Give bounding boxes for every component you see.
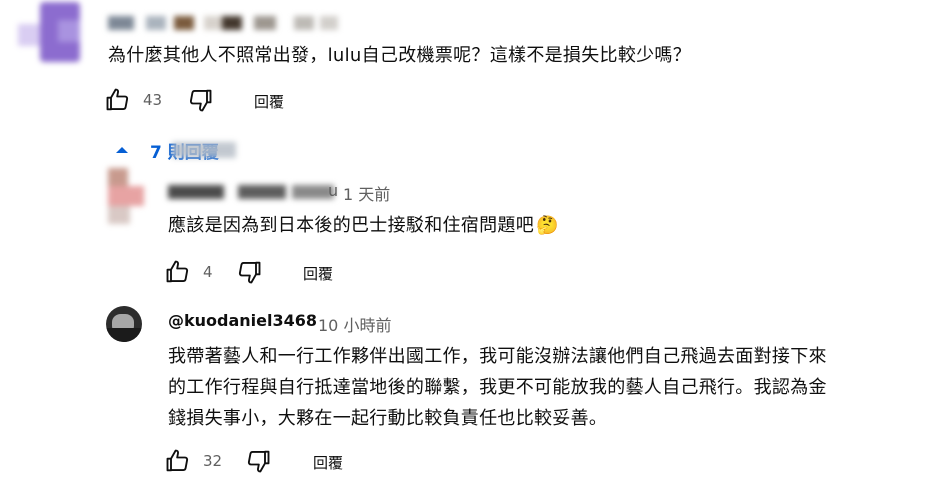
thinking-face-icon: 🤔: [536, 215, 559, 236]
like-count: 4: [203, 263, 213, 281]
reply-button[interactable]: 回覆: [254, 91, 284, 112]
like-button[interactable]: [104, 86, 132, 114]
like-button[interactable]: [164, 447, 192, 475]
dislike-button[interactable]: [186, 86, 214, 114]
like-button[interactable]: [164, 258, 192, 286]
reply-avatar[interactable]: [106, 306, 142, 342]
thumbs-up-icon: [164, 258, 192, 286]
comment-text: 為什麼其他人不照常出發，lulu自己改機票呢？這樣不是損失比較少嗎？: [108, 45, 692, 66]
reply-text-line: 我帶著藝人和一行工作夥伴出國工作，我可能沒辦法讓他們自己飛過去面對接下來: [168, 346, 827, 367]
reply-username[interactable]: @kuodaniel3468: [168, 311, 317, 330]
thumbs-up-icon: [164, 447, 192, 475]
reply-button[interactable]: 回覆: [303, 263, 333, 284]
thumbs-down-icon: [235, 258, 263, 286]
reply-avatar[interactable]: [108, 168, 144, 224]
username-suffix: u: [328, 181, 339, 200]
reply-timestamp[interactable]: 1 天前: [343, 181, 390, 205]
reply-text: 應該是因為到日本後的巴士接駁和住宿問題吧: [168, 215, 534, 236]
avatar[interactable]: [18, 2, 80, 62]
reply-username[interactable]: u: [168, 181, 343, 203]
thumbs-down-icon: [186, 86, 214, 114]
replies-toggle[interactable]: 7 則回覆: [114, 138, 244, 163]
dislike-button[interactable]: [244, 447, 272, 475]
like-count: 43: [143, 91, 163, 109]
reply-button[interactable]: 回覆: [313, 452, 343, 473]
dislike-button[interactable]: [235, 258, 263, 286]
reply-text-line: 錢損失事小，大夥在一起行動比較負責任也比較妥善。: [168, 408, 608, 429]
thumbs-down-icon: [244, 447, 272, 475]
chevron-up-icon: [114, 142, 130, 161]
reply-text: 我帶著藝人和一行工作夥伴出國工作，我可能沒辦法讓他們自己飛過去面對接下來 的工作…: [168, 341, 827, 434]
reply-timestamp[interactable]: 10 小時前: [318, 312, 391, 336]
thumbs-up-icon: [104, 86, 132, 114]
username-blurred[interactable]: [108, 14, 338, 32]
reply-text-row: 應該是因為到日本後的巴士接駁和住宿問題吧 🤔: [168, 210, 559, 241]
reply-text-line: 的工作行程與自行抵達當地後的聯繫，我更不可能放我的藝人自己飛行。我認為金: [168, 377, 827, 398]
like-count: 32: [203, 452, 223, 470]
redaction-overlay: [172, 142, 236, 158]
